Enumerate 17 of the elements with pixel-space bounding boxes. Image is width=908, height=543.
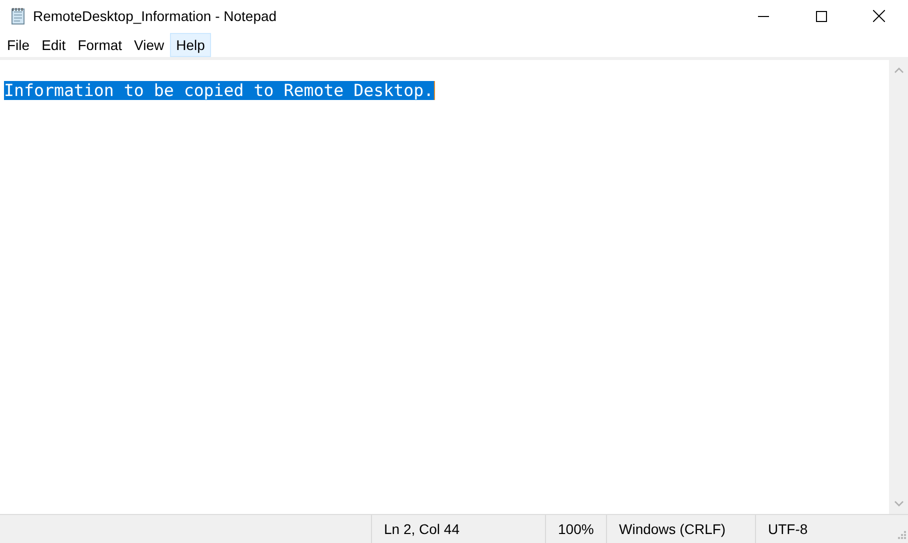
menu-item[interactable]: Edit <box>36 33 72 57</box>
menu-item[interactable]: Format <box>72 33 128 57</box>
window-title: RemoteDesktop_Information - Notepad <box>33 8 277 24</box>
menu-item[interactable]: File <box>1 33 36 57</box>
notepad-icon <box>9 7 27 25</box>
maximize-icon <box>816 10 826 22</box>
resize-grip-icon[interactable] <box>896 531 906 541</box>
menu-item[interactable]: Help <box>170 33 211 57</box>
text-area[interactable]: Information to be copied to Remote Desktop. <box>0 60 889 514</box>
scroll-up-icon[interactable] <box>894 67 904 73</box>
status-text: Ln 2, Col 44 <box>371 515 545 543</box>
scrollbar[interactable] <box>889 60 908 514</box>
status-text: 100% <box>545 515 606 543</box>
menu-item[interactable]: View <box>128 33 170 57</box>
scroll-down-icon[interactable] <box>894 501 904 507</box>
status-text: Windows (CRLF) <box>606 515 755 543</box>
close-icon <box>873 10 885 22</box>
